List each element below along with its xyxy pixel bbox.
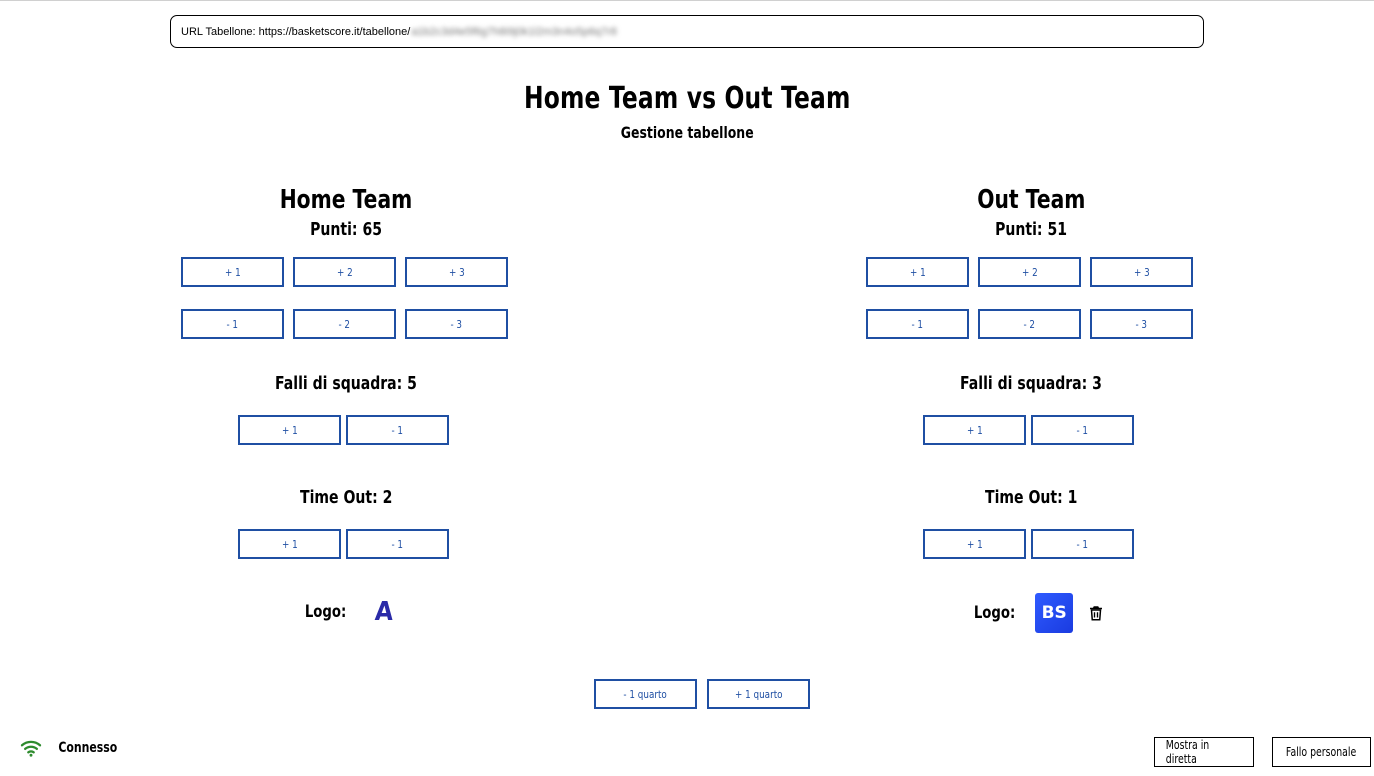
home-sub-3-button[interactable]: - 3 — [405, 309, 508, 339]
home-timeout-add-button[interactable]: + 1 — [238, 529, 341, 559]
out-sub-2-button[interactable]: - 2 — [978, 309, 1081, 339]
out-timeout-sub-button[interactable]: - 1 — [1031, 529, 1134, 559]
out-add-3-button[interactable]: + 3 — [1090, 257, 1193, 287]
home-add-3-button[interactable]: + 3 — [405, 257, 508, 287]
out-logo-label: Logo: — [973, 603, 1016, 623]
home-team-name: Home Team — [279, 185, 413, 215]
wifi-icon — [20, 740, 42, 757]
home-sub-2-button[interactable]: - 2 — [293, 309, 396, 339]
connection-status: Connesso — [20, 739, 126, 757]
out-fouls-sub-button[interactable]: - 1 — [1031, 415, 1134, 445]
out-team-panel: Out Team Punti: 51 + 1 + 2 + 3 - 1 - 2 -… — [866, 185, 1196, 633]
out-team-name: Out Team — [976, 185, 1086, 215]
home-add-2-button[interactable]: + 2 — [293, 257, 396, 287]
out-add-2-button[interactable]: + 2 — [978, 257, 1081, 287]
page-header: Home Team vs Out Team — [0, 81, 1374, 116]
quarter-controls: - 1 quarto + 1 quarto — [594, 679, 810, 709]
home-points: Punti: 65 — [310, 219, 382, 240]
out-sub-3-button[interactable]: - 3 — [1090, 309, 1193, 339]
home-sub-1-button[interactable]: - 1 — [181, 309, 284, 339]
home-add-1-button[interactable]: + 1 — [181, 257, 284, 287]
page-subtitle: Gestione tabellone — [620, 123, 754, 142]
quarter-minus-button[interactable]: - 1 quarto — [594, 679, 697, 709]
url-hidden-token: a1b2c3d4e5f6g7h8i9j0k1l2m3n4o5p6q7r8 — [411, 25, 617, 38]
trash-icon[interactable] — [1087, 603, 1105, 623]
url-field[interactable]: URL Tabellone: https://basketscore.it/ta… — [170, 15, 1204, 48]
page-title: Home Team vs Out Team — [523, 81, 851, 116]
out-fouls-add-button[interactable]: + 1 — [923, 415, 1026, 445]
home-timeout-label: Time Out: 2 — [299, 487, 393, 508]
out-points: Punti: 51 — [995, 219, 1067, 240]
home-logo-label: Logo: — [304, 602, 347, 622]
out-fouls-label: Falli di squadra: 3 — [960, 373, 1102, 394]
out-timeout-add-button[interactable]: + 1 — [923, 529, 1026, 559]
home-team-panel: Home Team Punti: 65 + 1 + 2 + 3 - 1 - 2 … — [181, 185, 511, 627]
connection-status-label: Connesso — [58, 740, 118, 756]
url-prefix: URL Tabellone: https://basketscore.it/ta… — [181, 25, 411, 38]
home-timeout-sub-button[interactable]: - 1 — [346, 529, 449, 559]
home-fouls-sub-button[interactable]: - 1 — [346, 415, 449, 445]
out-timeout-label: Time Out: 1 — [984, 487, 1078, 508]
home-team-logo[interactable]: A — [374, 597, 394, 627]
personal-foul-button[interactable]: Fallo personale — [1272, 737, 1371, 767]
out-add-1-button[interactable]: + 1 — [866, 257, 969, 287]
out-team-logo[interactable]: BS — [1035, 593, 1074, 633]
quarter-plus-button[interactable]: + 1 quarto — [707, 679, 810, 709]
show-live-button[interactable]: Mostra in diretta — [1154, 737, 1254, 767]
home-fouls-label: Falli di squadra: 5 — [275, 373, 417, 394]
out-sub-1-button[interactable]: - 1 — [866, 309, 969, 339]
home-fouls-add-button[interactable]: + 1 — [238, 415, 341, 445]
